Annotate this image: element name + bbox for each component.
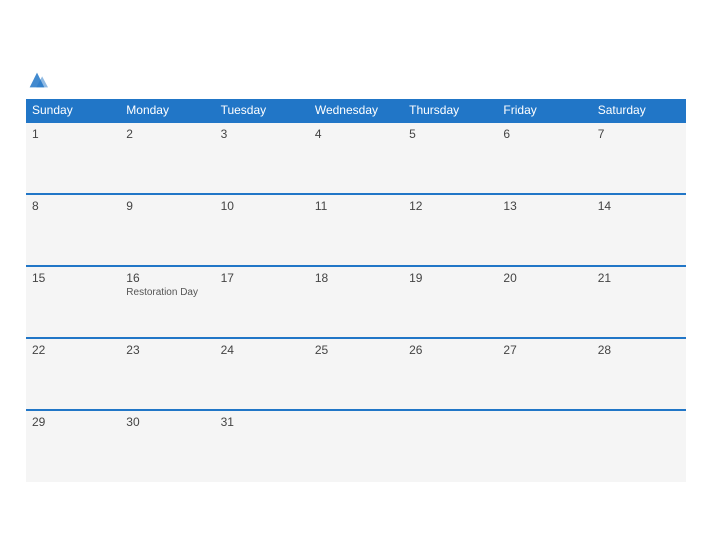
day-number: 12 [409, 199, 491, 213]
day-number: 15 [32, 271, 114, 285]
weekday-header-monday: Monday [120, 99, 214, 122]
day-number: 8 [32, 199, 114, 213]
calendar-cell: 24 [215, 338, 309, 410]
calendar-cell: 20 [497, 266, 591, 338]
day-number: 28 [598, 343, 680, 357]
calendar-header [26, 69, 686, 91]
day-number: 19 [409, 271, 491, 285]
day-number: 17 [221, 271, 303, 285]
calendar-cell: 1 [26, 122, 120, 194]
day-number: 6 [503, 127, 585, 141]
calendar-container: SundayMondayTuesdayWednesdayThursdayFrid… [11, 59, 701, 492]
calendar-cell: 19 [403, 266, 497, 338]
week-row-2: 89 10 11 12 13 14 [26, 194, 686, 266]
calendar-cell [309, 410, 403, 482]
calendar-cell: 22 [26, 338, 120, 410]
day-number: 29 [32, 415, 114, 429]
day-number: 31 [221, 415, 303, 429]
calendar-cell: 4 [309, 122, 403, 194]
day-number: 2 [126, 127, 208, 141]
calendar-cell: 3 [215, 122, 309, 194]
week-row-4: 22 23 24 25 26 27 28 [26, 338, 686, 410]
week-row-3: 15 16 Restoration Day 17 18 19 20 21 [26, 266, 686, 338]
day-number: 30 [126, 415, 208, 429]
calendar-cell: 14 [592, 194, 686, 266]
day-number: 18 [315, 271, 397, 285]
calendar-cell: 6 [497, 122, 591, 194]
calendar-cell: 28 [592, 338, 686, 410]
day-number: 27 [503, 343, 585, 357]
holiday-label: Restoration Day [126, 287, 208, 298]
calendar-cell: 5 [403, 122, 497, 194]
calendar-cell: 29 [26, 410, 120, 482]
calendar-tbody: 12345678910111213141516Restoration Day17… [26, 122, 686, 482]
calendar-cell: 17 [215, 266, 309, 338]
day-number: 22 [32, 343, 114, 357]
day-number: 10 [221, 199, 303, 213]
calendar-cell: 7 [592, 122, 686, 194]
calendar-table: SundayMondayTuesdayWednesdayThursdayFrid… [26, 99, 686, 482]
day-number: 11 [315, 199, 397, 213]
day-number: 14 [598, 199, 680, 213]
logo [26, 69, 50, 91]
calendar-cell: 15 [26, 266, 120, 338]
calendar-cell: 27 [497, 338, 591, 410]
day-number: 5 [409, 127, 491, 141]
weekday-header-tuesday: Tuesday [215, 99, 309, 122]
calendar-cell: 16 Restoration Day [120, 266, 214, 338]
calendar-cell: 9 [120, 194, 214, 266]
day-number: 21 [598, 271, 680, 285]
day-number: 7 [598, 127, 680, 141]
day-number: 16 [126, 271, 208, 285]
calendar-cell: 8 [26, 194, 120, 266]
calendar-cell: 11 [309, 194, 403, 266]
day-number: 25 [315, 343, 397, 357]
weekday-header-thursday: Thursday [403, 99, 497, 122]
week-row-5: 29 30 31 [26, 410, 686, 482]
day-number: 4 [315, 127, 397, 141]
calendar-cell: 31 [215, 410, 309, 482]
calendar-cell [592, 410, 686, 482]
day-number: 23 [126, 343, 208, 357]
week-row-1: 1234567 [26, 122, 686, 194]
calendar-thead: SundayMondayTuesdayWednesdayThursdayFrid… [26, 99, 686, 122]
weekday-header-wednesday: Wednesday [309, 99, 403, 122]
calendar-cell [403, 410, 497, 482]
day-number: 9 [126, 199, 208, 213]
calendar-cell: 30 [120, 410, 214, 482]
day-number: 24 [221, 343, 303, 357]
day-number: 20 [503, 271, 585, 285]
weekday-header-saturday: Saturday [592, 99, 686, 122]
day-number: 1 [32, 127, 114, 141]
weekday-header-row: SundayMondayTuesdayWednesdayThursdayFrid… [26, 99, 686, 122]
calendar-cell: 23 [120, 338, 214, 410]
calendar-cell: 21 [592, 266, 686, 338]
calendar-cell [497, 410, 591, 482]
calendar-cell: 18 [309, 266, 403, 338]
calendar-cell: 12 [403, 194, 497, 266]
calendar-cell: 2 [120, 122, 214, 194]
calendar-cell: 26 [403, 338, 497, 410]
calendar-cell: 25 [309, 338, 403, 410]
calendar-cell: 13 [497, 194, 591, 266]
day-number: 13 [503, 199, 585, 213]
weekday-header-sunday: Sunday [26, 99, 120, 122]
day-number: 26 [409, 343, 491, 357]
weekday-header-friday: Friday [497, 99, 591, 122]
calendar-cell: 10 [215, 194, 309, 266]
logo-icon [26, 69, 48, 91]
day-number: 3 [221, 127, 303, 141]
